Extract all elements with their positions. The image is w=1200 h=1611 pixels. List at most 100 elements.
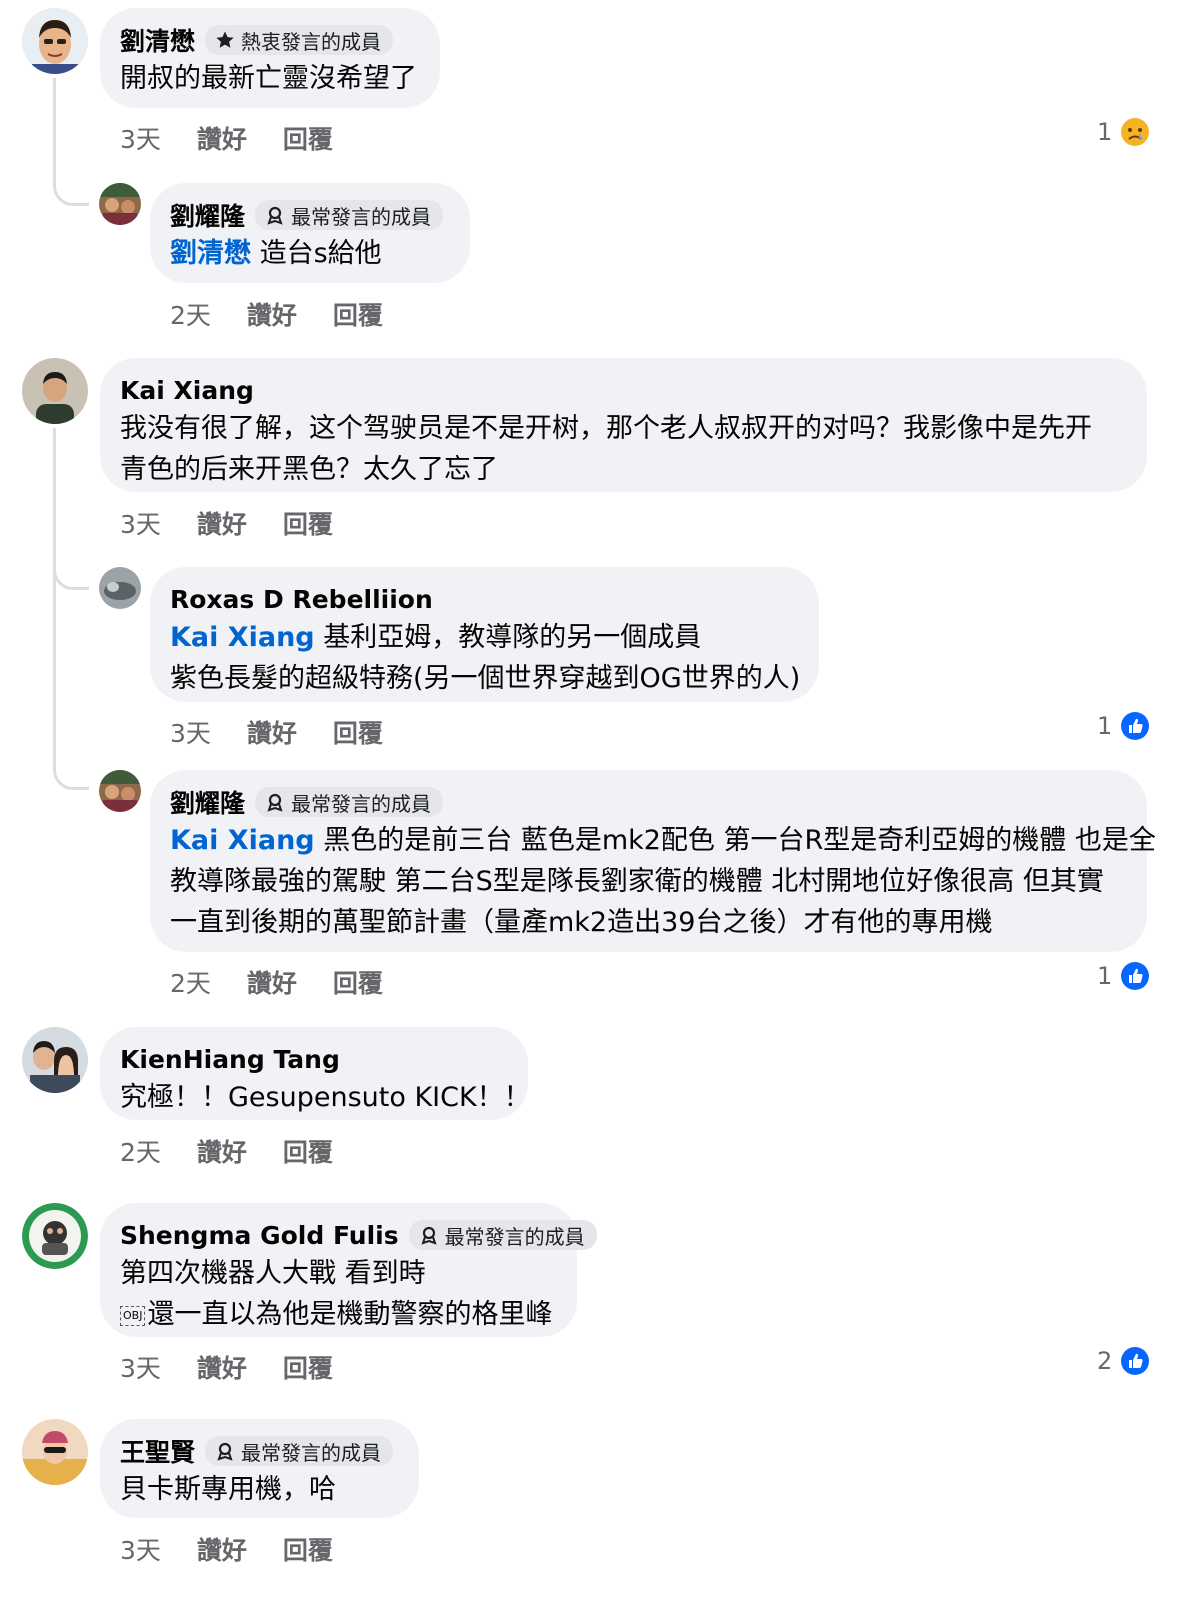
- like-button[interactable]: 讚好: [247, 714, 297, 750]
- reaction-number: 2: [1097, 1347, 1113, 1375]
- mention-link[interactable]: 劉清懋: [170, 238, 251, 269]
- like-button[interactable]: 讚好: [197, 505, 247, 541]
- award-icon: [217, 1442, 233, 1461]
- like-button[interactable]: 讚好: [197, 1349, 247, 1385]
- award-icon: [421, 1226, 437, 1245]
- comment-time[interactable]: 3天: [120, 505, 161, 541]
- comment-author[interactable]: 王聖賢: [120, 1433, 195, 1469]
- member-badge[interactable]: 最常發言的成員: [255, 200, 444, 230]
- avatar[interactable]: [99, 770, 141, 812]
- comment-text-line: 黑色的是前三台 藍色是mk2配色 第一台R型是奇利亞姆的機體 也是全: [323, 825, 1156, 856]
- reaction-count[interactable]: 1: [1097, 709, 1150, 743]
- comment-text-line: 基利亞姆，教導隊的另一個成員: [323, 622, 702, 653]
- reply-button[interactable]: 回覆: [283, 1531, 333, 1567]
- like-button[interactable]: 讚好: [197, 1531, 247, 1567]
- sad-face-icon: [1121, 118, 1150, 146]
- comment-time[interactable]: 2天: [120, 1133, 161, 1169]
- comment-time[interactable]: 3天: [120, 1531, 161, 1567]
- reaction-count[interactable]: 2: [1097, 1344, 1150, 1378]
- comment-time[interactable]: 2天: [170, 296, 211, 332]
- like-button[interactable]: 讚好: [197, 120, 247, 156]
- badge-label: 最常發言的成員: [291, 791, 432, 816]
- badge-label: 最常發言的成員: [241, 1440, 382, 1465]
- award-icon: [267, 206, 283, 225]
- like-button[interactable]: 讚好: [247, 964, 297, 1000]
- member-badge[interactable]: 最常發言的成員: [408, 1220, 597, 1250]
- reply-button[interactable]: 回覆: [333, 964, 383, 1000]
- reaction-count[interactable]: 1: [1097, 959, 1150, 993]
- comment-bubble: Kai Xiang 我没有很了解，这个驾驶员是不是开树，那个老人叔叔开的对吗？我…: [100, 358, 1147, 492]
- avatar-image: [22, 1419, 88, 1485]
- avatar[interactable]: [99, 567, 141, 609]
- reply-button[interactable]: 回覆: [333, 296, 383, 332]
- badge-label: 最常發言的成員: [444, 1224, 585, 1249]
- reply-button[interactable]: 回覆: [333, 714, 383, 750]
- reply-button[interactable]: 回覆: [283, 505, 333, 541]
- comment-meta: 3天 讚好 回覆: [120, 120, 333, 156]
- like-icon: [1121, 1347, 1150, 1375]
- comment-author[interactable]: KienHiang Tang: [120, 1045, 340, 1074]
- comment-text: 開叔的最新亡靈沒希望了: [120, 63, 417, 94]
- comment-bubble: 劉清懋 熱衷發言的成員 開叔的最新亡靈沒希望了: [100, 8, 440, 108]
- reply-bubble: 劉耀隆 最常發言的成員 劉清懋 造台s給他: [150, 183, 470, 283]
- avatar[interactable]: [22, 358, 88, 424]
- comment-text-line: 還一直以為他是機動警察的格里峰: [147, 1299, 553, 1330]
- comment-text-line: 教導隊最強的駕駛 第二台S型是隊長劉家衛的機體 北村開地位好像很高 但其實: [170, 866, 1104, 897]
- avatar[interactable]: [99, 183, 141, 225]
- member-badge[interactable]: 最常發言的成員: [255, 787, 444, 817]
- reaction-count[interactable]: 1: [1097, 115, 1150, 149]
- comment-time[interactable]: 3天: [120, 1349, 161, 1385]
- comment-meta: 3天 讚好 回覆: [120, 1531, 333, 1567]
- comment-text-line: 青色的后来开黑色？太久了忘了: [120, 454, 498, 485]
- avatar-image: [99, 183, 141, 225]
- thread-curve-1: [53, 178, 89, 206]
- reply-button[interactable]: 回覆: [283, 120, 333, 156]
- thread-line-2b: [53, 570, 56, 766]
- avatar[interactable]: [22, 1419, 88, 1485]
- comment-author[interactable]: 劉耀隆: [170, 784, 245, 820]
- mention-link[interactable]: Kai Xiang: [170, 825, 315, 856]
- member-badge[interactable]: 最常發言的成員: [205, 1436, 394, 1466]
- thread-curve-2b: [53, 762, 89, 790]
- comment-text: 造台s給他: [259, 238, 382, 269]
- badge-label: 最常發言的成員: [291, 204, 432, 229]
- member-badge[interactable]: 熱衷發言的成員: [205, 25, 394, 55]
- comment-text-line: 紫色長髮的超級特務(另一個世界穿越到OG世界的人): [170, 663, 801, 694]
- thread-line-2: [53, 428, 56, 571]
- like-icon: [1121, 712, 1150, 740]
- comment-author[interactable]: 劉清懋: [120, 22, 195, 58]
- like-button[interactable]: 讚好: [197, 1133, 247, 1169]
- like-icon: [1121, 962, 1150, 990]
- avatar-image: [22, 1203, 88, 1269]
- reply-button[interactable]: 回覆: [283, 1133, 333, 1169]
- comment-meta: 3天 讚好 回覆: [120, 505, 333, 541]
- avatar[interactable]: [22, 8, 88, 74]
- badge-label: 熱衷發言的成員: [241, 29, 382, 54]
- comment-author[interactable]: 劉耀隆: [170, 197, 245, 233]
- reaction-number: 1: [1097, 962, 1113, 990]
- avatar-image: [22, 8, 88, 74]
- reaction-number: 1: [1097, 118, 1113, 146]
- comment-bubble: Shengma Gold Fulis 最常發言的成員 第四次機器人大戰 看到時 …: [100, 1203, 597, 1337]
- comment-author[interactable]: Shengma Gold Fulis: [120, 1221, 399, 1250]
- reply-bubble: 劉耀隆 最常發言的成員 Kai Xiang 黑色的是前三台 藍色是mk2配色 第…: [150, 770, 1156, 952]
- comment-text: 貝卡斯專用機，哈: [120, 1474, 336, 1505]
- comment-bubble: KienHiang Tang 究極！！Gesupensuto KICK！！: [100, 1027, 531, 1120]
- comment-time[interactable]: 2天: [170, 964, 211, 1000]
- comment-author[interactable]: Roxas D Rebelliion: [170, 585, 433, 614]
- comment-meta: 2天 讚好 回覆: [120, 1133, 333, 1169]
- thread-curve-2a: [53, 562, 89, 590]
- comment-time[interactable]: 3天: [170, 714, 211, 750]
- avatar[interactable]: [22, 1203, 88, 1269]
- comment-text-line: 一直到後期的萬聖節計畫（量產mk2造出39台之後）才有他的專用機: [170, 907, 993, 938]
- comment-bubble: 王聖賢 最常發言的成員 貝卡斯專用機，哈: [100, 1419, 419, 1518]
- comment-time[interactable]: 3天: [120, 120, 161, 156]
- comment-author[interactable]: Kai Xiang: [120, 376, 254, 405]
- avatar[interactable]: [22, 1027, 88, 1093]
- mention-link[interactable]: Kai Xiang: [170, 622, 315, 653]
- like-button[interactable]: 讚好: [247, 296, 297, 332]
- comment-meta: 3天 讚好 回覆: [170, 714, 383, 750]
- reply-button[interactable]: 回覆: [283, 1349, 333, 1385]
- thread-line-1: [53, 78, 56, 188]
- comment-meta: 2天 讚好 回覆: [170, 296, 383, 332]
